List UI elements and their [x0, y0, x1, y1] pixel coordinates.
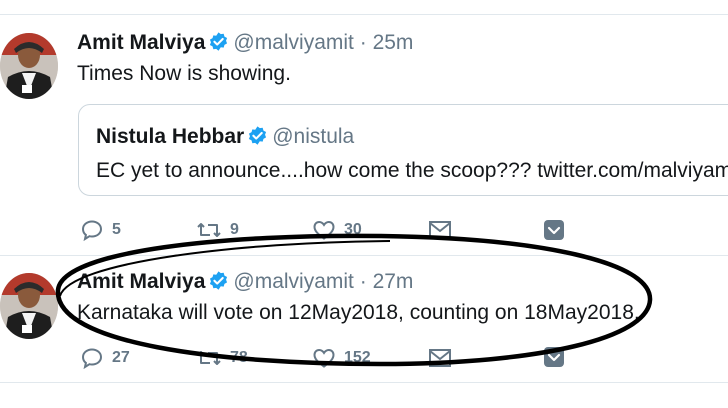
tweet-text: Karnataka will vote on 12May2018, counti…	[77, 301, 640, 324]
verified-badge-icon	[247, 125, 268, 153]
avatar[interactable]	[0, 33, 58, 99]
quoted-author-name: Nistula Hebbar	[96, 125, 245, 148]
tweet-header: Amit Malviya @malviyamit · 25m	[77, 30, 413, 59]
heart-icon	[313, 220, 335, 240]
tweet-header: Amit Malviya @malviyamit · 27m	[77, 269, 413, 298]
more-menu-button[interactable]	[543, 219, 565, 241]
like-count: 30	[344, 221, 362, 238]
avatar[interactable]	[0, 273, 58, 339]
reply-button[interactable]: 5	[80, 218, 121, 242]
tweet-timestamp[interactable]: 25m	[373, 31, 414, 54]
reply-icon	[81, 348, 103, 370]
tweet-text: Times Now is showing.	[77, 62, 291, 85]
retweet-count: 78	[230, 349, 248, 366]
like-button[interactable]: 30	[312, 218, 362, 242]
chevron-down-icon	[544, 220, 564, 240]
tweet-divider	[0, 382, 728, 383]
chevron-down-icon	[544, 347, 564, 367]
tweet-divider	[0, 255, 728, 256]
quoted-tweet-header: Nistula Hebbar @nistula	[96, 124, 354, 153]
author-name[interactable]: Amit Malviya	[77, 270, 205, 293]
direct-message-button[interactable]	[428, 219, 452, 241]
more-menu-button[interactable]	[543, 346, 565, 368]
quoted-author-handle: @nistula	[272, 125, 355, 148]
heart-icon	[313, 348, 335, 368]
like-button[interactable]: 152	[312, 346, 371, 370]
reply-count: 27	[112, 349, 130, 366]
like-count: 152	[344, 349, 371, 366]
author-handle[interactable]: @malviyamit	[233, 270, 354, 293]
verified-badge-icon	[208, 270, 229, 298]
author-name[interactable]: Amit Malviya	[77, 31, 205, 54]
retweet-icon	[197, 351, 221, 365]
author-handle[interactable]: @malviyamit	[233, 31, 354, 54]
quoted-tweet-text: EC yet to announce....how come the scoop…	[96, 159, 728, 182]
header-separator: ·	[359, 270, 367, 293]
header-separator: ·	[359, 31, 367, 54]
envelope-icon	[429, 221, 451, 239]
retweet-count: 9	[230, 221, 239, 238]
tweet-timestamp[interactable]: 27m	[373, 270, 414, 293]
quoted-tweet[interactable]: Nistula Hebbar @nistula EC yet to announc…	[78, 104, 728, 196]
retweet-icon	[197, 223, 221, 237]
reply-button[interactable]: 27	[80, 346, 130, 370]
retweet-button[interactable]: 9	[196, 218, 239, 242]
tweet-divider	[0, 14, 728, 15]
reply-icon	[81, 220, 103, 242]
verified-badge-icon	[208, 31, 229, 59]
direct-message-button[interactable]	[428, 347, 452, 369]
reply-count: 5	[112, 221, 121, 238]
envelope-icon	[429, 349, 451, 367]
retweet-button[interactable]: 78	[196, 346, 248, 370]
